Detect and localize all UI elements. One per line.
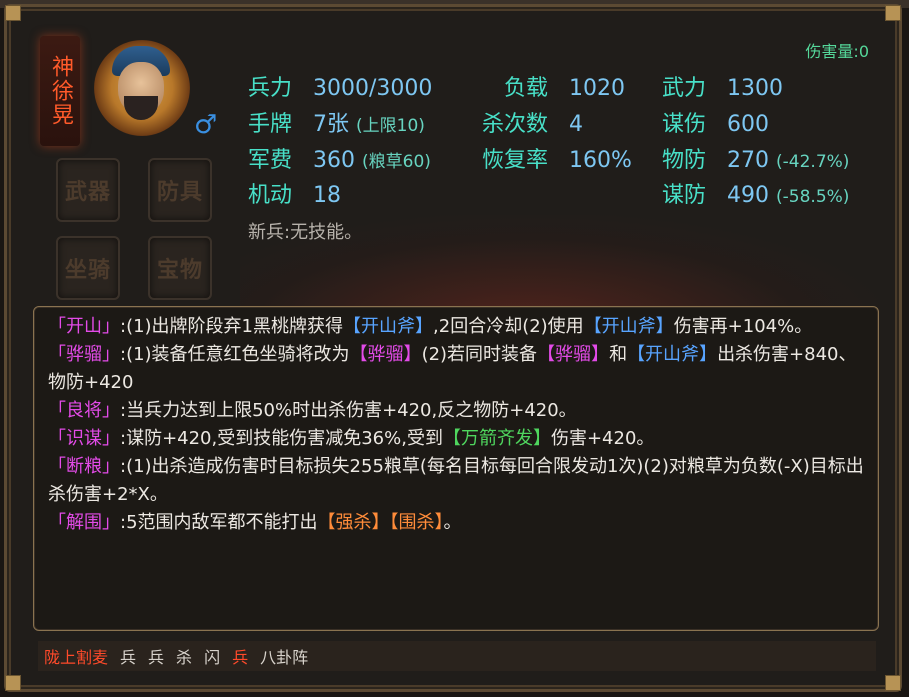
stat-cost: 军费 360 (粮草60) <box>248 148 431 175</box>
stat-recovery: 恢复率 160% <box>482 148 632 174</box>
stat-sub: (上限10) <box>356 116 425 136</box>
hero-name: 神徐晃 <box>48 55 73 127</box>
skill-entry: 「解围」:5范围内敌军都不能打出【强杀】【围杀】。 <box>48 509 864 537</box>
stat-sub: (-58.5%) <box>776 187 850 207</box>
stat-strategy-defense: 谋防 490 (-58.5%) <box>662 183 849 210</box>
stat-value: 7张 <box>313 112 350 137</box>
skill-text: 。 <box>443 512 462 533</box>
stat-label: 负载 <box>504 76 549 101</box>
soldier-skill-note: 新兵:无技能。 <box>248 222 363 243</box>
skill-entry: 「良将」:当兵力达到上限50%时出杀伤害+420,反之物防+420。 <box>48 397 864 425</box>
skill-name[interactable]: 「断粮」 <box>48 456 120 477</box>
card-bar-item[interactable]: 杀 <box>176 644 192 668</box>
skill-text: :(1)出牌阶段弃1黑桃牌获得 <box>120 316 344 337</box>
hero-name-tag: 神徐晃 <box>40 36 80 146</box>
skill-name[interactable]: 「识谋」 <box>48 428 120 449</box>
stat-value: 160% <box>569 148 632 173</box>
skill-text: 伤害再+104%。 <box>673 316 813 337</box>
stat-value: 360 <box>313 148 356 173</box>
skill-keyword: 【围杀】 <box>389 512 444 533</box>
stat-strategy-damage: 谋伤 600 <box>662 112 769 138</box>
stat-force: 武力 1300 <box>662 76 783 102</box>
stat-hand: 手牌 7张 (上限10) <box>248 112 425 139</box>
skill-entry: 「开山」:(1)出牌阶段弃1黑桃牌获得【开山斧】,2回合冷却(2)使用【开山斧】… <box>48 313 864 341</box>
damage-counter: 伤害量:0 <box>805 42 869 61</box>
skill-text: :当兵力达到上限50%时出杀伤害+420,反之物防+420。 <box>120 400 577 421</box>
skill-keyword: 【开山斧】 <box>583 316 674 337</box>
skill-keyword: 【骅骝】 <box>537 344 610 365</box>
stat-value: 270 <box>727 148 770 173</box>
skill-name[interactable]: 「良将」 <box>48 400 120 421</box>
skill-keyword: 【骅骝】 <box>349 344 422 365</box>
stat-label: 手牌 <box>248 112 293 137</box>
skill-keyword: 【开山斧】 <box>343 316 434 337</box>
skill-entry: 「断粮」:(1)出杀造成伤害时目标损失255粮草(每名目标每回合限发动1次)(2… <box>48 453 864 509</box>
hero-portrait[interactable] <box>94 40 190 136</box>
corner-ornament <box>885 675 901 691</box>
stat-label: 杀次数 <box>482 112 549 137</box>
card-bar-item[interactable]: 兵 <box>232 644 248 668</box>
skill-text: 伤害+420。 <box>550 428 655 449</box>
stat-value: 4 <box>569 112 584 137</box>
skill-text: :谋防+420,受到技能伤害减免36%,受到 <box>120 428 443 449</box>
treasure-slot[interactable]: 宝物 <box>148 236 212 300</box>
portrait-beard <box>124 96 158 120</box>
stat-label: 兵力 <box>248 76 293 101</box>
stat-value: 18 <box>313 183 342 208</box>
corner-ornament <box>5 675 21 691</box>
card-bar-item[interactable]: 八卦阵 <box>260 644 308 668</box>
stat-physical-defense: 物防 270 (-42.7%) <box>662 148 849 175</box>
skill-name[interactable]: 「开山」 <box>48 316 120 337</box>
card-bar-item[interactable]: 闪 <box>204 644 220 668</box>
skill-keyword: 【强杀】 <box>317 512 390 533</box>
stat-label: 军费 <box>248 148 293 173</box>
armor-slot[interactable]: 防具 <box>148 158 212 222</box>
stat-label: 谋防 <box>662 183 707 208</box>
stat-label: 武力 <box>662 76 707 101</box>
card-bar: 陇上割麦兵兵杀闪兵八卦阵 <box>38 641 876 671</box>
stat-kill-count: 杀次数 4 <box>482 112 583 138</box>
skill-text: :(1)装备任意红色坐骑将改为 <box>120 344 350 365</box>
skill-entry: 「骅骝」:(1)装备任意红色坐骑将改为【骅骝】(2)若同时装备【骅骝】和【开山斧… <box>48 341 864 397</box>
skill-text: (2)若同时装备 <box>421 344 538 365</box>
stat-value: 490 <box>727 183 770 208</box>
male-gender-icon: ♂ <box>194 110 218 140</box>
stat-troops: 兵力 3000/3000 <box>248 76 432 102</box>
stat-load: 负载 1020 <box>504 76 625 102</box>
stat-mobility: 机动 18 <box>248 183 341 209</box>
skill-name[interactable]: 「解围」 <box>48 512 120 533</box>
weapon-slot[interactable]: 武器 <box>56 158 120 222</box>
stat-sub: (-42.7%) <box>776 152 850 172</box>
stat-value: 3000/3000 <box>313 76 433 101</box>
stat-value: 1300 <box>727 76 784 101</box>
corner-ornament <box>5 5 21 21</box>
skill-keyword: 【开山斧】 <box>627 344 718 365</box>
skill-text: :(1)出杀造成伤害时目标损失255粮草(每名目标每回合限发动1次)(2)对粮草… <box>48 456 864 505</box>
skill-text: 和 <box>609 344 628 365</box>
skill-name[interactable]: 「骅骝」 <box>48 344 120 365</box>
stat-value: 1020 <box>569 76 626 101</box>
skill-text: :5范围内敌军都不能打出 <box>120 512 318 533</box>
card-bar-item[interactable]: 兵 <box>120 644 136 668</box>
mount-slot[interactable]: 坐骑 <box>56 236 120 300</box>
card-bar-item[interactable]: 陇上割麦 <box>44 644 108 668</box>
skill-entry: 「识谋」:谋防+420,受到技能伤害减免36%,受到【万箭齐发】伤害+420。 <box>48 425 864 453</box>
stat-label: 恢复率 <box>482 148 549 173</box>
stat-sub: (粮草60) <box>362 152 431 172</box>
stat-label: 谋伤 <box>662 112 707 137</box>
skill-description-box: 「开山」:(1)出牌阶段弃1黑桃牌获得【开山斧】,2回合冷却(2)使用【开山斧】… <box>33 306 879 631</box>
corner-ornament <box>885 5 901 21</box>
stat-label: 物防 <box>662 148 707 173</box>
card-bar-item[interactable]: 兵 <box>148 644 164 668</box>
stat-label: 机动 <box>248 183 293 208</box>
stat-value: 600 <box>727 112 770 137</box>
skill-keyword: 【万箭齐发】 <box>442 428 551 449</box>
skill-text: ,2回合冷却(2)使用 <box>433 316 584 337</box>
